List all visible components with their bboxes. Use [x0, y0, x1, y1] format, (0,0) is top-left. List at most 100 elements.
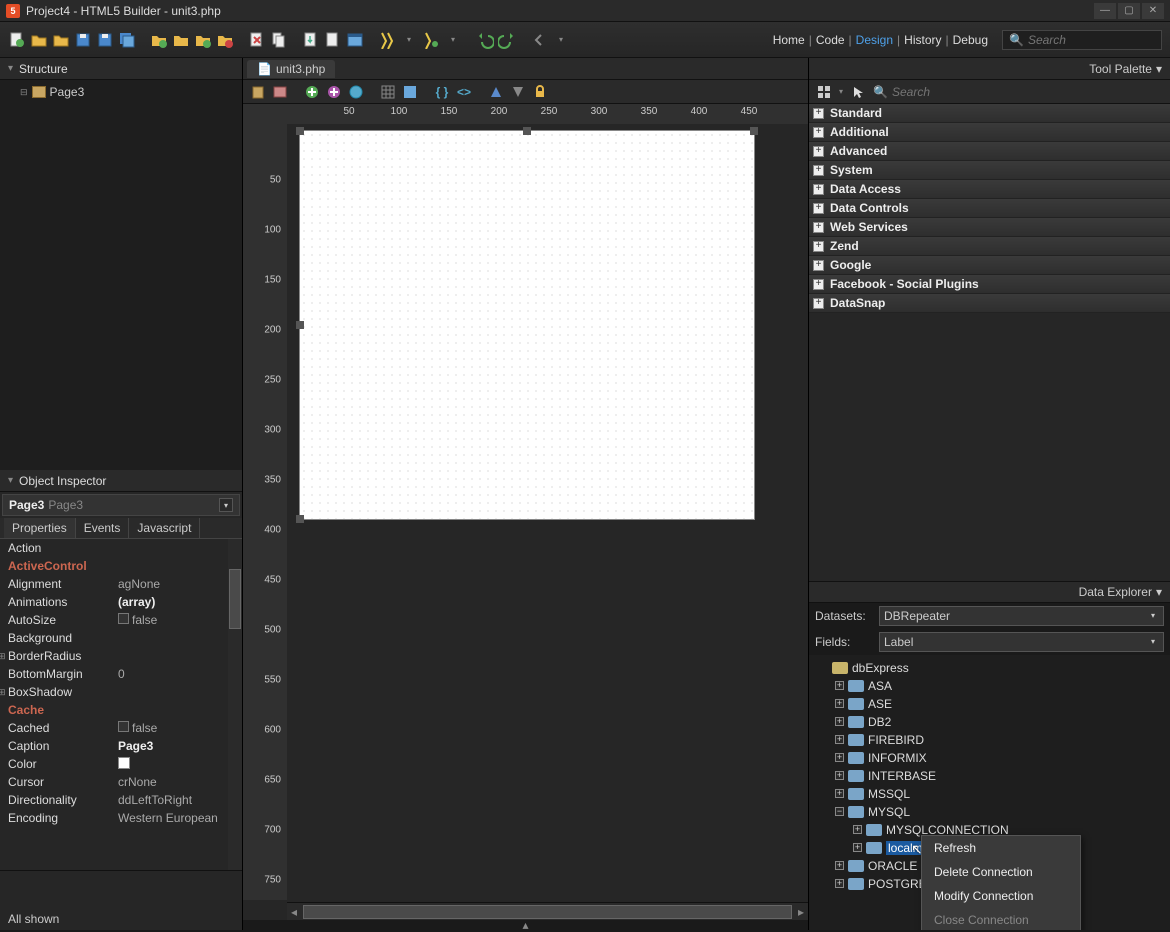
property-row[interactable]: Animations(array) — [0, 593, 242, 611]
grid-icon[interactable] — [379, 83, 397, 101]
nav-debug[interactable]: Debug — [953, 33, 988, 47]
tree-node[interactable]: +INTERBASE — [813, 767, 1166, 785]
brackets-icon[interactable]: { } — [433, 83, 451, 101]
canvas-viewport[interactable] — [287, 124, 808, 900]
context-menu-item[interactable]: Refresh — [922, 836, 1080, 860]
new-file-icon[interactable] — [8, 31, 26, 49]
flip-h-icon[interactable] — [487, 83, 505, 101]
folder-remove-icon[interactable] — [216, 31, 234, 49]
nav-home[interactable]: Home — [773, 33, 805, 47]
property-value[interactable]: false — [118, 721, 157, 735]
property-value[interactable]: agNone — [118, 577, 160, 591]
file-tab-active[interactable]: 📄 unit3.php — [247, 60, 335, 78]
tree-node[interactable]: dbExpress — [813, 659, 1166, 677]
save-as-icon[interactable] — [96, 31, 114, 49]
back-dd-icon[interactable]: ▾ — [552, 31, 570, 49]
property-row[interactable]: Background — [0, 629, 242, 647]
form-view-icon[interactable] — [401, 83, 419, 101]
property-grid[interactable]: ActionActiveControlAlignmentagNoneAnimat… — [0, 539, 242, 870]
oi-target-selector[interactable]: Page3 Page3 ▾ — [2, 494, 240, 516]
expand-icon[interactable]: + — [813, 203, 824, 214]
back-icon[interactable] — [530, 31, 548, 49]
structure-root-item[interactable]: ⊟ Page3 — [18, 84, 238, 100]
nav-design[interactable]: Design — [856, 33, 893, 47]
save-icon[interactable] — [74, 31, 92, 49]
add-icon[interactable] — [303, 83, 321, 101]
property-row[interactable]: ⊞BorderRadius — [0, 647, 242, 665]
context-menu-item[interactable]: Modify Connection — [922, 884, 1080, 908]
category-view-icon[interactable] — [815, 83, 833, 101]
pointer-icon[interactable] — [849, 83, 867, 101]
property-value[interactable]: Page3 — [118, 739, 153, 753]
tree-node[interactable]: +FIREBIRD — [813, 731, 1166, 749]
tool-palette-search[interactable]: 🔍 — [873, 85, 1164, 99]
property-value[interactable]: crNone — [118, 775, 157, 789]
object-inspector-header[interactable]: ▾ Object Inspector — [0, 470, 242, 492]
debug-run-icon[interactable] — [422, 31, 440, 49]
expand-icon[interactable]: + — [813, 222, 824, 233]
docs-icon[interactable] — [270, 31, 288, 49]
tree-node[interactable]: −MYSQL — [813, 803, 1166, 821]
expand-icon[interactable]: + — [813, 165, 824, 176]
tool-palette-search-input[interactable] — [892, 85, 1164, 99]
property-value[interactable]: ddLeftToRight — [118, 793, 192, 807]
property-row[interactable]: AlignmentagNone — [0, 575, 242, 593]
flip-v-icon[interactable] — [509, 83, 527, 101]
expand-icon[interactable]: + — [813, 241, 824, 252]
lock-icon[interactable] — [531, 83, 549, 101]
palette-category[interactable]: +Zend — [809, 237, 1170, 256]
doc-arrow-icon[interactable] — [324, 31, 342, 49]
property-row[interactable]: Action — [0, 539, 242, 557]
top-search[interactable]: 🔍 — [1002, 30, 1162, 50]
expand-icon[interactable]: + — [813, 127, 824, 138]
tree-node[interactable]: +INFORMIX — [813, 749, 1166, 767]
palette-category[interactable]: +DataSnap — [809, 294, 1170, 313]
tree-node[interactable]: +ASA — [813, 677, 1166, 695]
top-search-input[interactable] — [1028, 33, 1155, 47]
add-purple-icon[interactable] — [325, 83, 343, 101]
redo-icon[interactable] — [498, 31, 516, 49]
palette-category[interactable]: +Data Controls — [809, 199, 1170, 218]
property-value[interactable]: Western European — [118, 811, 218, 825]
minimize-button[interactable]: — — [1094, 3, 1116, 19]
property-row[interactable]: CursorcrNone — [0, 773, 242, 791]
palette-category[interactable]: +Data Access — [809, 180, 1170, 199]
palette-category[interactable]: +Web Services — [809, 218, 1170, 237]
save-all-icon[interactable] — [118, 31, 136, 49]
palette-category[interactable]: +System — [809, 161, 1170, 180]
palette-category[interactable]: +Additional — [809, 123, 1170, 142]
debug-dropdown-icon[interactable]: ▾ — [444, 31, 462, 49]
property-row[interactable]: BottomMargin0 — [0, 665, 242, 683]
expand-icon[interactable]: + — [813, 108, 824, 119]
run-icon[interactable] — [378, 31, 396, 49]
close-button[interactable]: ✕ — [1142, 3, 1164, 19]
data-explorer-header[interactable]: Data Explorer ▾ — [809, 581, 1170, 603]
tab-javascript[interactable]: Javascript — [129, 518, 200, 538]
context-menu-item[interactable]: Delete Connection — [922, 860, 1080, 884]
property-row[interactable]: AutoSizefalse — [0, 611, 242, 629]
expand-icon[interactable]: + — [813, 184, 824, 195]
tab-events[interactable]: Events — [76, 518, 130, 538]
expand-icon[interactable]: + — [813, 298, 824, 309]
property-row[interactable]: CaptionPage3 — [0, 737, 242, 755]
palette-category[interactable]: +Advanced — [809, 142, 1170, 161]
property-row[interactable]: DirectionalityddLeftToRight — [0, 791, 242, 809]
delete-doc-icon[interactable] — [248, 31, 266, 49]
property-value[interactable] — [118, 757, 130, 772]
data-explorer-tree[interactable]: dbExpress+ASA+ASE+DB2+FIREBIRD+INFORMIX+… — [809, 655, 1170, 931]
form-canvas[interactable] — [299, 130, 755, 520]
picture-icon[interactable] — [271, 83, 289, 101]
palette-category[interactable]: +Facebook - Social Plugins — [809, 275, 1170, 294]
maximize-button[interactable]: ▢ — [1118, 3, 1140, 19]
property-value[interactable]: (array) — [118, 595, 155, 609]
property-value[interactable]: 0 — [118, 667, 125, 681]
nav-history[interactable]: History — [904, 33, 941, 47]
property-row[interactable]: ActiveControl — [0, 557, 242, 575]
expand-icon[interactable]: + — [813, 279, 824, 290]
property-row[interactable]: Cache — [0, 701, 242, 719]
expand-icon[interactable]: + — [813, 260, 824, 271]
code-icon[interactable]: <> — [455, 83, 473, 101]
palette-category[interactable]: +Google — [809, 256, 1170, 275]
property-value[interactable]: false — [118, 613, 157, 627]
datasets-combo[interactable]: DBRepeater ▾ — [879, 606, 1164, 626]
